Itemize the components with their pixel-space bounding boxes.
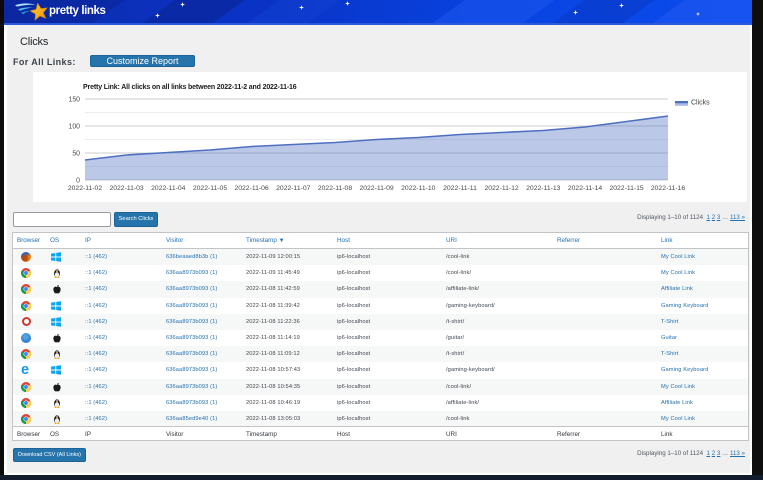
svg-text:2022-11-14: 2022-11-14 [568,185,602,192]
svg-text:50: 50 [72,151,80,158]
svg-text:Pretty Link: All clicks on all: Pretty Link: All clicks on all links bet… [83,84,297,91]
svg-text:2022-11-11: 2022-11-11 [443,185,477,192]
svg-text:2022-11-07: 2022-11-07 [276,185,310,192]
svg-text:2022-11-15: 2022-11-15 [609,185,643,192]
svg-text:Clicks: Clicks [691,100,710,107]
svg-text:2022-11-12: 2022-11-12 [484,185,518,192]
svg-text:2022-11-03: 2022-11-03 [109,185,143,192]
svg-text:0: 0 [76,178,80,185]
svg-text:2022-11-16: 2022-11-16 [651,185,685,192]
svg-text:2022-11-04: 2022-11-04 [151,185,185,192]
svg-text:2022-11-06: 2022-11-06 [234,185,268,192]
svg-text:2022-11-05: 2022-11-05 [193,185,227,192]
svg-text:2022-11-13: 2022-11-13 [526,185,560,192]
svg-text:2022-11-09: 2022-11-09 [359,185,393,192]
svg-text:150: 150 [69,97,81,104]
svg-text:2022-11-08: 2022-11-08 [318,185,352,192]
svg-text:100: 100 [69,124,81,131]
svg-text:2022-11-02: 2022-11-02 [68,185,102,192]
svg-text:2022-11-10: 2022-11-10 [401,185,435,192]
